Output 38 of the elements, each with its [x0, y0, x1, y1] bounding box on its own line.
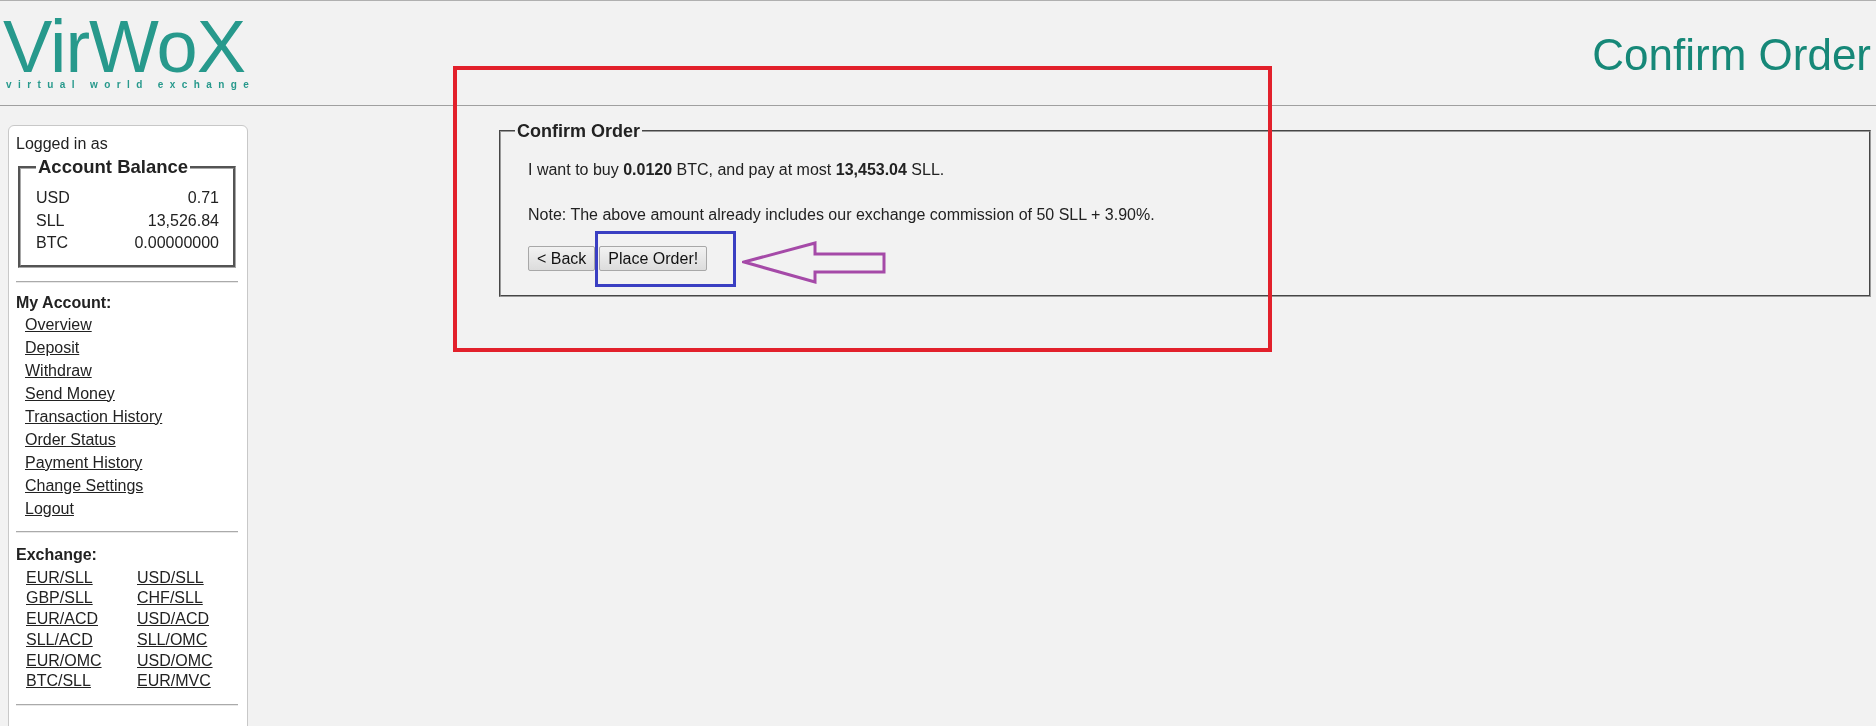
order-summary: I want to buy 0.0120 BTC, and pay at most 13,453.04 SLL. — [528, 160, 946, 180]
commission-note: Note: The above amount already includes our exchange commission of 50 SLL + 3.90%. — [528, 205, 1156, 225]
account-link[interactable]: Deposit — [25, 335, 80, 359]
exchange-pair-link[interactable]: CHF/SLL — [137, 588, 203, 610]
section-heading: My Account: — [16, 292, 113, 313]
balance-amount: 0.00000000 — [134, 233, 219, 253]
account-link[interactable]: Logout — [25, 496, 74, 520]
account-balance-title: Account Balance — [37, 156, 190, 178]
exchange-pair-link[interactable]: EUR/MVC — [137, 671, 211, 693]
section-heading: Exchange: — [16, 544, 98, 565]
account-link[interactable]: Transaction History — [25, 404, 163, 428]
exchange-pair-link[interactable]: BTC/SLL — [26, 671, 91, 693]
account-link[interactable]: Send Money — [25, 381, 115, 405]
balance-amount: 0.71 — [187, 188, 219, 208]
back-button[interactable]: < Back — [528, 246, 596, 271]
exchange-pair-link[interactable]: EUR/ACD — [26, 609, 98, 630]
account-link[interactable]: Payment History — [25, 450, 143, 474]
currency-label: SLL — [36, 210, 65, 231]
exchange-pair-link[interactable]: EUR/OMC — [26, 650, 102, 672]
logged-in-label: Logged in as — [16, 134, 109, 153]
exchange-pair-link[interactable]: USD/OMC — [137, 650, 213, 672]
place-order-button[interactable]: Place Order! — [599, 246, 708, 271]
panel-legend: Confirm Order — [515, 120, 642, 142]
logo-tagline: virtual world exchange — [5, 79, 256, 91]
exchange-pair-link[interactable]: USD/ACD — [137, 609, 209, 630]
exchange-pair-link[interactable]: SLL/OMC — [137, 629, 208, 651]
account-link[interactable]: Change Settings — [25, 473, 144, 497]
page-title: Confirm Order — [1592, 31, 1871, 79]
exchange-pair-link[interactable]: USD/SLL — [137, 567, 204, 589]
balance-amount: 13,526.84 — [147, 210, 219, 231]
exchange-pair-link[interactable]: EUR/SLL — [26, 567, 93, 589]
exchange-pair-link[interactable]: GBP/SLL — [26, 588, 93, 610]
account-link[interactable]: Withdraw — [25, 358, 92, 382]
exchange-pair-link[interactable]: SLL/ACD — [26, 629, 93, 651]
currency-label: USD — [36, 188, 70, 208]
account-link[interactable]: Overview — [25, 312, 92, 336]
currency-label: BTC — [36, 233, 68, 253]
account-link[interactable]: Order Status — [25, 427, 116, 451]
